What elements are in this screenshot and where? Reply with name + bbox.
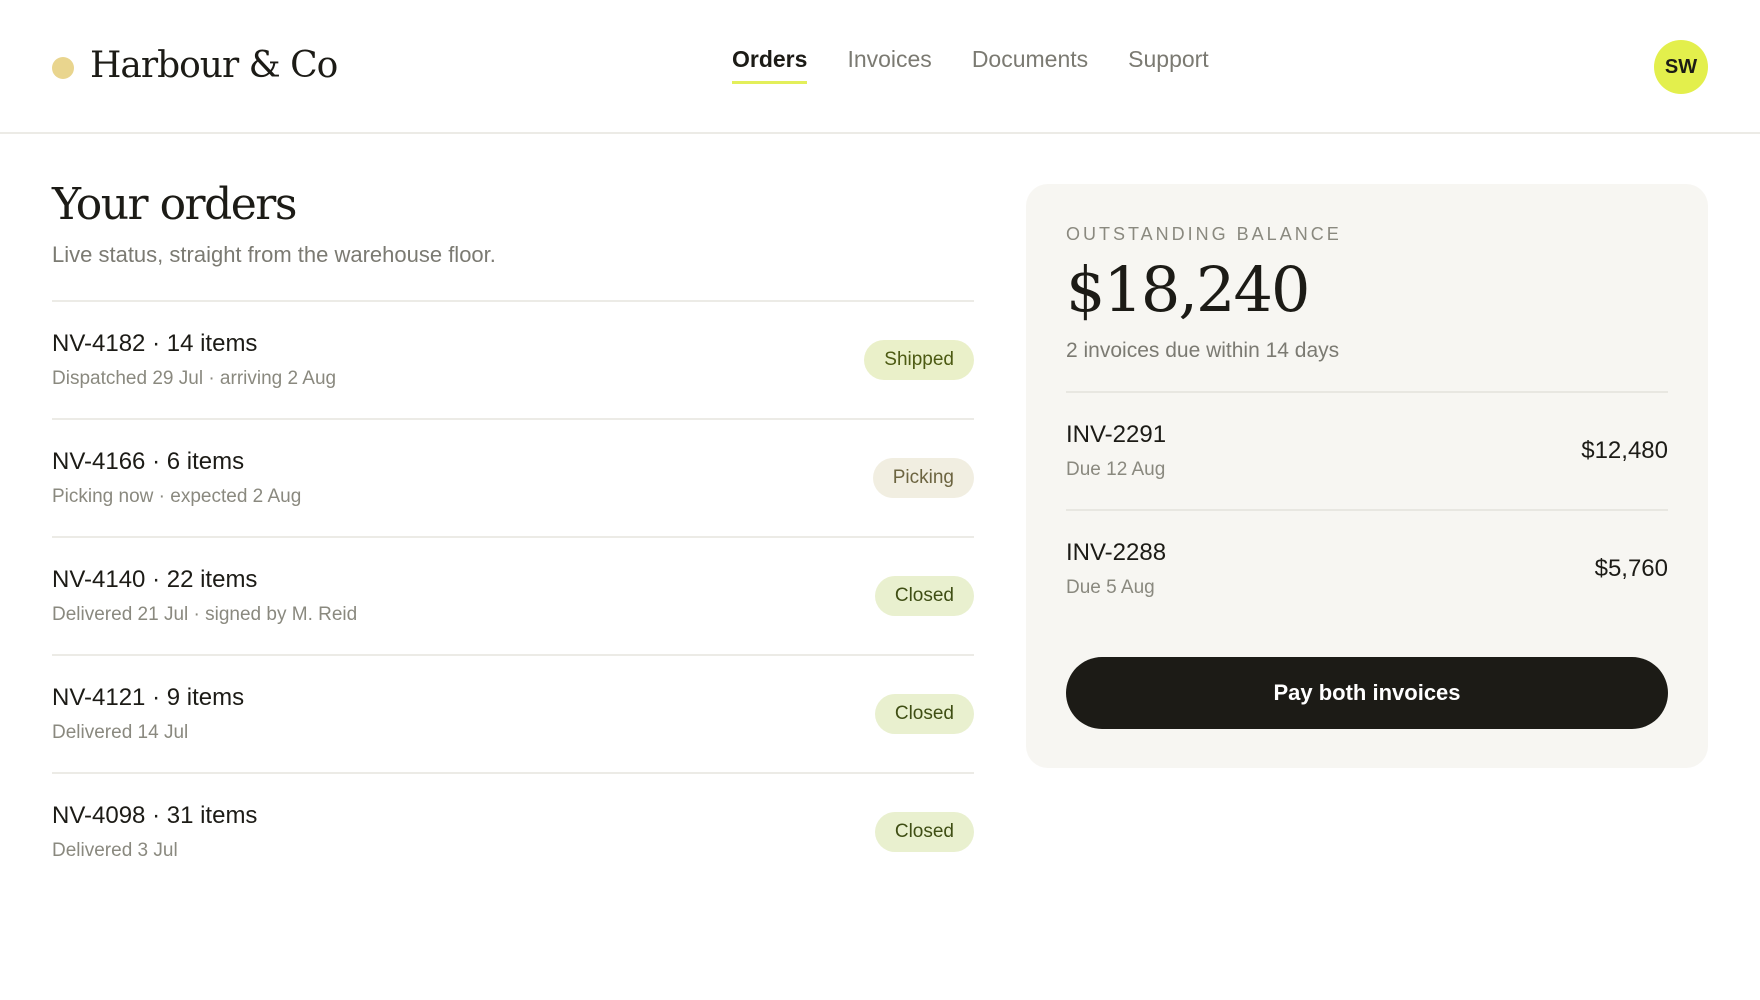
order-row[interactable]: NV-4140 · 22 items Delivered 21 Jul · si… bbox=[52, 536, 974, 654]
order-detail: Delivered 21 Jul · signed by M. Reid bbox=[52, 604, 358, 625]
status-badge: Closed bbox=[874, 812, 974, 852]
balance-amount: $18,240 bbox=[1066, 253, 1310, 326]
order-detail: Dispatched 29 Jul · arriving 2 Aug bbox=[52, 368, 337, 389]
invoice-due-date: Due 12 Aug bbox=[1066, 459, 1166, 480]
order-title: NV-4166 · 6 items bbox=[52, 448, 245, 475]
invoice-amount: $5,760 bbox=[1594, 555, 1668, 582]
balance-note: 2 invoices due within 14 days bbox=[1066, 339, 1340, 362]
invoice-id: INV-2288 bbox=[1066, 539, 1167, 566]
nav-invoices[interactable]: Invoices bbox=[847, 46, 931, 84]
order-list: NV-4182 · 14 items Dispatched 29 Jul · a… bbox=[52, 300, 974, 890]
order-title: NV-4182 · 14 items bbox=[52, 330, 258, 357]
invoice-row[interactable]: INV-2291 Due 12 Aug $12,480 bbox=[1066, 391, 1668, 509]
order-row[interactable]: NV-4182 · 14 items Dispatched 29 Jul · a… bbox=[52, 300, 974, 418]
order-row[interactable]: NV-4098 · 31 items Delivered 3 Jul Close… bbox=[52, 772, 974, 890]
order-detail: Delivered 3 Jul bbox=[52, 840, 178, 861]
balance-card: OUTSTANDING BALANCE $18,240 2 invoices d… bbox=[1026, 184, 1708, 768]
invoice-row[interactable]: INV-2288 Due 5 Aug $5,760 bbox=[1066, 509, 1668, 627]
status-badge: Picking bbox=[872, 458, 974, 498]
invoice-due-date: Due 5 Aug bbox=[1066, 577, 1155, 598]
invoice-amount: $12,480 bbox=[1581, 437, 1668, 464]
order-detail: Delivered 14 Jul bbox=[52, 722, 189, 743]
nav-documents[interactable]: Documents bbox=[972, 46, 1088, 84]
orders-section: Your orders Live status, straight from t… bbox=[52, 176, 974, 890]
main-nav: Orders Invoices Documents Support bbox=[732, 46, 1249, 84]
order-row[interactable]: NV-4121 · 9 items Delivered 14 Jul Close… bbox=[52, 654, 974, 772]
order-title: NV-4121 · 9 items bbox=[52, 684, 245, 711]
order-row[interactable]: NV-4166 · 6 items Picking now · expected… bbox=[52, 418, 974, 536]
nav-support[interactable]: Support bbox=[1128, 46, 1209, 84]
order-title: NV-4098 · 31 items bbox=[52, 802, 258, 829]
order-detail: Picking now · expected 2 Aug bbox=[52, 486, 302, 507]
invoice-id: INV-2291 bbox=[1066, 421, 1167, 448]
status-badge: Closed bbox=[874, 576, 974, 616]
order-title: NV-4140 · 22 items bbox=[52, 566, 258, 593]
brand[interactable]: Harbour & Co bbox=[52, 40, 338, 90]
brand-name: Harbour & Co bbox=[90, 44, 338, 86]
status-badge: Closed bbox=[874, 694, 974, 734]
invoice-list: INV-2291 Due 12 Aug $12,480 INV-2288 Due… bbox=[1066, 391, 1668, 627]
user-avatar[interactable]: SW bbox=[1654, 40, 1708, 94]
page-title: Your orders bbox=[52, 179, 297, 230]
page-subtitle: Live status, straight from the warehouse… bbox=[52, 242, 496, 267]
brand-logo-dot bbox=[52, 57, 74, 79]
status-badge: Shipped bbox=[864, 340, 974, 380]
pay-both-invoices-button[interactable]: Pay both invoices bbox=[1066, 657, 1668, 729]
nav-orders[interactable]: Orders bbox=[732, 46, 808, 84]
balance-label: OUTSTANDING BALANCE bbox=[1066, 224, 1342, 244]
top-bar: Harbour & Co Orders Invoices Documents S… bbox=[0, 0, 1760, 134]
